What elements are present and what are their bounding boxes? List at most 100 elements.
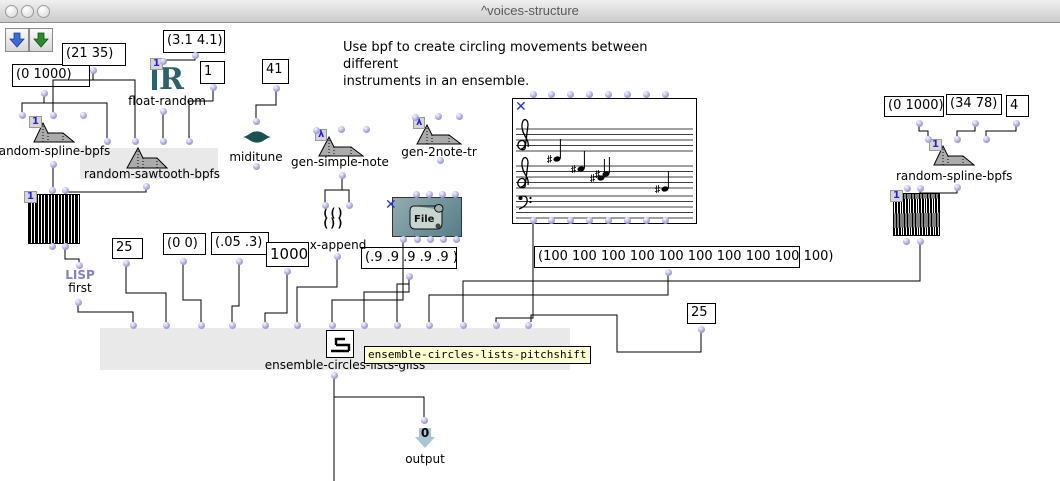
outlet-dot[interactable]	[192, 52, 199, 59]
patch-comment[interactable]: Use bpf to create circling movements bet…	[343, 39, 703, 90]
inlet-dot[interactable]	[49, 187, 56, 194]
inlet-dot[interactable]	[253, 118, 260, 125]
outlet-dot[interactable]	[123, 260, 130, 267]
outlet-dot[interactable]	[903, 238, 910, 245]
inlet-dot[interactable]	[624, 91, 631, 98]
outlet-dot[interactable]	[643, 217, 650, 224]
value-box[interactable]: (21 35)	[62, 43, 126, 66]
outlet-dot[interactable]	[253, 163, 260, 170]
outlet-dot[interactable]	[339, 172, 346, 179]
outlet-dot[interactable]	[210, 84, 217, 91]
outlet-dot[interactable]	[624, 217, 631, 224]
inlet-dot[interactable]	[567, 91, 574, 98]
random-sawtooth-bpfs-node[interactable]	[126, 145, 168, 169]
inlet-dot[interactable]	[925, 136, 932, 143]
inlet-dot[interactable]	[76, 262, 83, 269]
inlet-dot[interactable]	[329, 322, 336, 329]
outlet-dot[interactable]	[400, 236, 407, 243]
inlet-dot[interactable]	[412, 114, 419, 121]
outlet-dot[interactable]	[427, 236, 434, 243]
close-x-icon[interactable]: ✕	[515, 101, 527, 113]
zoom-window-button[interactable]	[37, 5, 50, 18]
value-box[interactable]: (0 1000)	[12, 64, 90, 87]
value-box[interactable]: 25	[687, 303, 716, 324]
inlet-dot[interactable]	[363, 126, 370, 133]
inlet-dot[interactable]	[435, 113, 442, 120]
inlet-dot[interactable]	[426, 322, 433, 329]
inlet-dot[interactable]	[548, 91, 555, 98]
inlet-dot[interactable]	[322, 202, 329, 209]
value-box[interactable]: (0 1000)	[884, 96, 944, 117]
outlet-dot[interactable]	[972, 120, 979, 127]
score-editor-node[interactable]: ✕	[512, 98, 697, 224]
outlet-dot[interactable]	[530, 217, 537, 224]
inlet-dot[interactable]	[294, 322, 301, 329]
inlet-dot[interactable]	[954, 136, 961, 143]
outlet-dot[interactable]	[662, 217, 669, 224]
float-random-node[interactable]: 1 R	[148, 60, 186, 94]
miditune-node[interactable]	[243, 129, 271, 143]
inlet-dot[interactable]	[19, 112, 26, 119]
outlet-dot[interactable]	[605, 217, 612, 224]
inlet-dot[interactable]	[917, 185, 924, 192]
inlet-dot[interactable]	[456, 113, 463, 120]
outlet-dot[interactable]	[586, 217, 593, 224]
outlet-dot[interactable]	[90, 67, 97, 74]
inlet-dot[interactable]	[132, 138, 139, 145]
outlet-dot[interactable]	[437, 157, 444, 164]
outlet-dot[interactable]	[698, 326, 705, 333]
outlet-dot[interactable]	[284, 268, 291, 275]
inlet-dot[interactable]	[586, 91, 593, 98]
inlet-dot[interactable]	[160, 138, 167, 145]
outlet-dot[interactable]	[180, 258, 187, 265]
outlet-dot[interactable]	[414, 236, 421, 243]
outlet-dot[interactable]	[49, 243, 56, 250]
outlet-dot[interactable]	[1013, 120, 1020, 127]
inlet-dot[interactable]	[313, 127, 320, 134]
inlet-dot[interactable]	[643, 91, 650, 98]
value-box[interactable]: (.05 .3)	[211, 232, 269, 255]
outlet-dot[interactable]	[406, 273, 413, 280]
outlet-dot[interactable]	[665, 269, 672, 276]
value-box[interactable]: (0 0)	[163, 233, 206, 255]
value-box[interactable]: (100 100 100 100 100 100 100 100 100 100…	[534, 246, 800, 268]
inlet-dot[interactable]	[662, 91, 669, 98]
value-box[interactable]: 25	[112, 238, 143, 259]
ensemble-patcher-icon[interactable]	[326, 330, 354, 358]
green-down-arrow-button[interactable]	[29, 28, 53, 52]
inlet-dot[interactable]	[530, 91, 537, 98]
output-node[interactable]: 0	[412, 427, 438, 451]
close-window-button[interactable]	[5, 5, 18, 18]
inlet-dot[interactable]	[452, 191, 459, 198]
inlet-dot[interactable]	[229, 322, 236, 329]
value-box[interactable]: 1	[200, 61, 225, 84]
inlet-dot[interactable]	[186, 138, 193, 145]
outlet-dot[interactable]	[567, 217, 574, 224]
outlet-dot[interactable]	[453, 236, 460, 243]
inlet-dot[interactable]	[361, 322, 368, 329]
value-box[interactable]: 1000	[266, 242, 309, 267]
inlet-dot[interactable]	[62, 187, 69, 194]
inlet-dot[interactable]	[338, 126, 345, 133]
x-append-icon[interactable]: (() ())	[322, 208, 344, 228]
random-spline-bpfs-node[interactable]: 1	[33, 119, 75, 143]
inlet-dot[interactable]	[160, 58, 167, 65]
outlet-dot[interactable]	[236, 258, 243, 265]
file-box-node[interactable]: ✕ File	[392, 197, 462, 237]
outlet-dot[interactable]	[548, 217, 555, 224]
inlet-dot[interactable]	[130, 322, 137, 329]
outlet-dot[interactable]	[62, 243, 69, 250]
outlet-dot[interactable]	[75, 299, 82, 306]
inlet-dot[interactable]	[904, 185, 911, 192]
outlet-dot[interactable]	[273, 85, 280, 92]
inlet-dot[interactable]	[394, 322, 401, 329]
minimize-window-button[interactable]	[21, 5, 34, 18]
outlet-dot[interactable]	[440, 236, 447, 243]
inlet-dot[interactable]	[413, 191, 420, 198]
inlet-dot[interactable]	[983, 136, 990, 143]
value-box[interactable]: 41	[262, 59, 289, 84]
inlet-dot[interactable]	[80, 112, 87, 119]
first-function-label[interactable]: first	[58, 281, 102, 295]
outlet-dot[interactable]	[916, 120, 923, 127]
outlet-dot[interactable]	[143, 183, 150, 190]
